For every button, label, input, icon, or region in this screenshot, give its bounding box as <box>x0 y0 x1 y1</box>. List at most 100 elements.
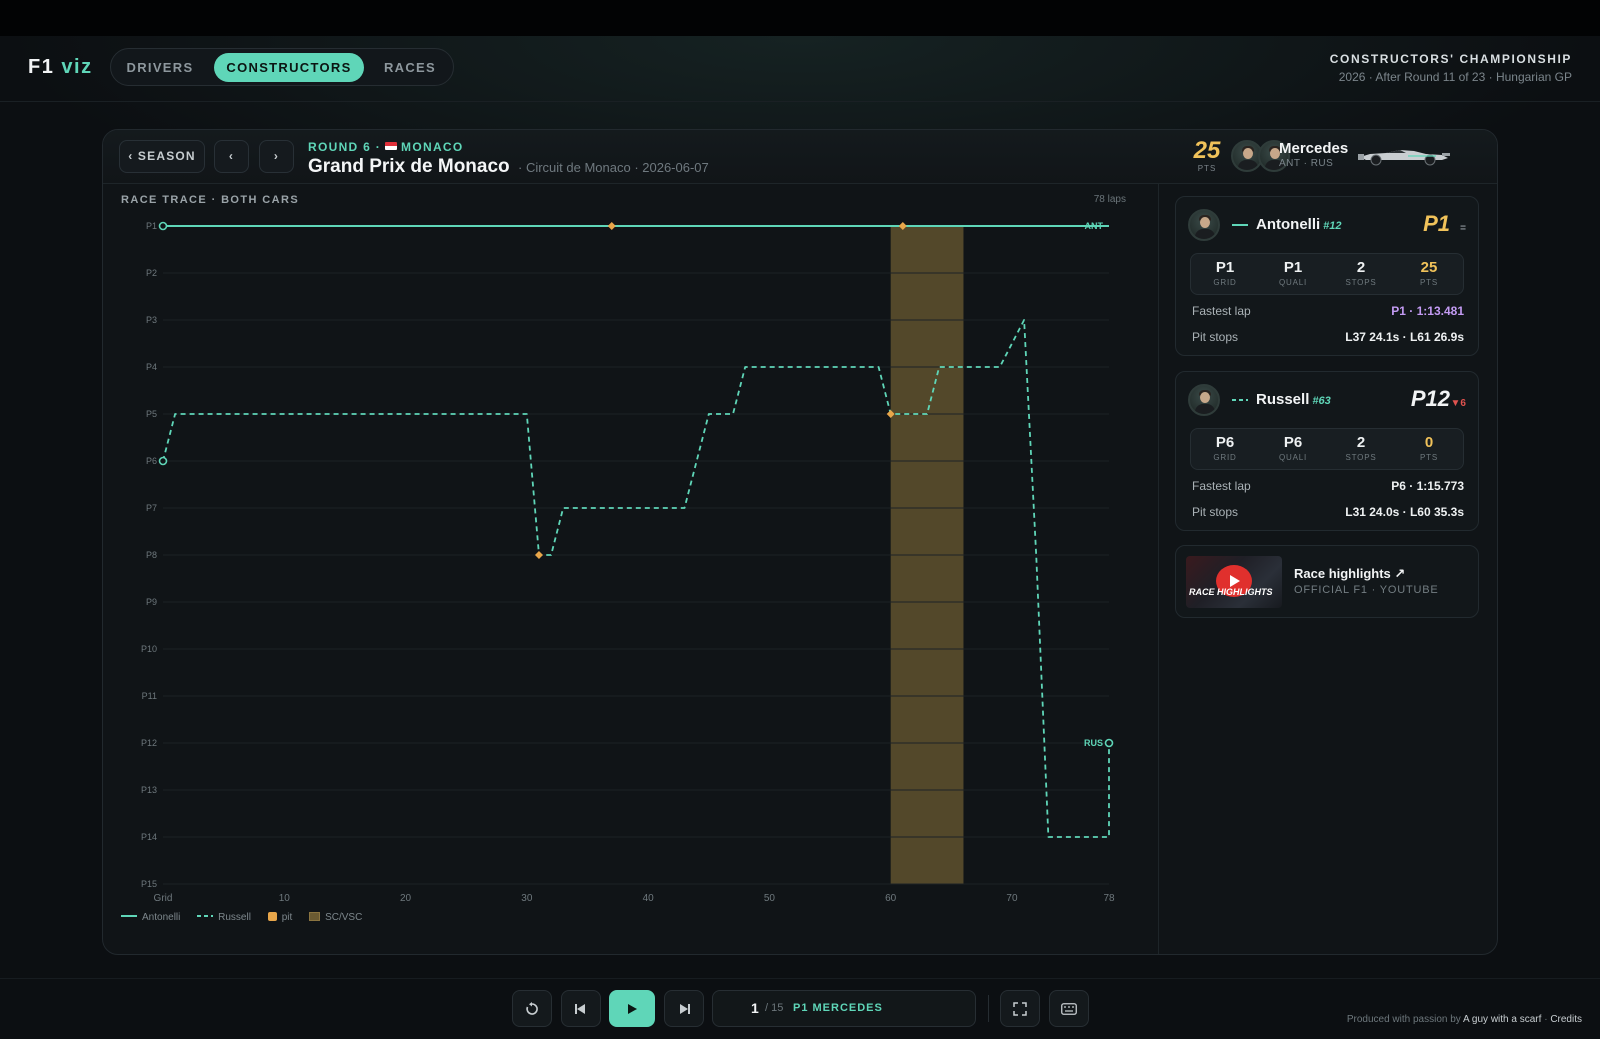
championship-subtitle: 2026 · After Round 11 of 23 · Hungarian … <box>1338 70 1572 84</box>
legend-antonelli: Antonelli <box>121 912 180 923</box>
next-race-button[interactable]: › <box>259 140 294 173</box>
frame-counter[interactable]: 1 / 15 P1 MERCEDES <box>712 990 976 1027</box>
keyboard-icon <box>1061 1002 1077 1015</box>
keyboard-shortcuts-button[interactable] <box>1049 990 1089 1027</box>
y-tick-label: P3 <box>146 315 157 325</box>
x-tick-label: Grid <box>154 893 173 904</box>
y-tick-label: P8 <box>146 550 157 560</box>
x-tick-label: 70 <box>1006 893 1018 904</box>
series-end-label: ANT <box>1085 221 1104 231</box>
finish-position: P12 <box>1410 386 1450 411</box>
x-tick-label: 60 <box>885 893 897 904</box>
stat-quali: P6 QUALI <box>1278 434 1307 462</box>
tab-constructors[interactable]: CONSTRUCTORS <box>214 53 364 82</box>
fastest-lap-row: Fastest lap P1 · 1:13.481 <box>1192 304 1464 318</box>
monaco-flag-icon <box>385 142 398 150</box>
app-logo[interactable]: F1 viz <box>28 56 93 79</box>
step-back-button[interactable] <box>561 990 601 1027</box>
tab-races[interactable]: RACES <box>375 53 445 82</box>
stat-points: 0 PTS <box>1420 434 1438 462</box>
step-forward-button[interactable] <box>664 990 704 1027</box>
x-tick-label: 30 <box>521 893 533 904</box>
step-back-icon <box>575 1003 585 1014</box>
highlights-thumbnail[interactable]: RACE HIGHLIGHTS <box>1186 556 1282 608</box>
end-marker <box>1104 738 1114 748</box>
y-tick-label: P1 <box>146 221 157 231</box>
y-tick-label: P12 <box>141 738 157 748</box>
window-top-bar <box>0 0 1600 36</box>
highlights-title: Race highlights ↗ <box>1294 566 1406 581</box>
step-forward-icon <box>680 1003 690 1014</box>
car-icon <box>1358 150 1450 166</box>
highlights-source: OFFICIAL F1 · YOUTUBE <box>1294 584 1439 596</box>
race-highlights-link[interactable]: RACE HIGHLIGHTS Race highlights ↗ OFFICI… <box>1175 545 1479 618</box>
team-name: Mercedes <box>1279 140 1349 157</box>
y-tick-label: P14 <box>141 832 157 842</box>
driver-avatar <box>1188 209 1220 241</box>
pit-marker <box>534 551 543 559</box>
play-button[interactable] <box>609 990 655 1027</box>
race-trace-chart: P1 P2 P3 P4 P5 P6 P7 P8 P9 P10 P11 P12 P13 P14 P15 Grid… <box>141 221 1115 904</box>
championship-title: CONSTRUCTORS' CHAMPIONSHIP <box>1329 52 1572 66</box>
championship-info: CONSTRUCTORS' CHAMPIONSHIP 2026 · After … <box>1330 52 1572 84</box>
pit-stops-row: Pit stops L37 24.1s · L61 26.9s <box>1192 330 1464 344</box>
team-points: 25 PTS <box>1193 137 1221 174</box>
driver-avatar <box>1188 384 1220 416</box>
dashed-line-icon <box>1232 399 1248 401</box>
driver-name: Antonelli #12 <box>1256 216 1342 233</box>
start-marker <box>158 221 168 231</box>
race-title: Grand Prix de Monaco <box>308 156 510 177</box>
fastest-lap-row: Fastest lap P6 · 1:15.773 <box>1192 479 1464 493</box>
race-header: ‹ SEASON ‹ › ROUND 6 · MONACO Grand Prix … <box>103 130 1497 184</box>
season-button[interactable]: ‹ SEASON <box>119 140 205 173</box>
prev-race-button[interactable]: ‹ <box>214 140 249 173</box>
fullscreen-icon <box>1013 1001 1027 1016</box>
main-nav-tabs: DRIVERS CONSTRUCTORS RACES <box>110 48 454 86</box>
solid-line-icon <box>1232 224 1248 226</box>
driver-name: Russell #63 <box>1256 391 1331 408</box>
stat-grid: P6 GRID <box>1213 434 1237 462</box>
finish-position: P1 <box>1423 211 1450 236</box>
restart-button[interactable] <box>512 990 552 1027</box>
controls-divider <box>988 995 989 1022</box>
race-panel: ‹ SEASON ‹ › ROUND 6 · MONACO Grand Prix … <box>102 129 1498 955</box>
position-delta: = <box>1460 223 1466 234</box>
credits-footer: Produced with passion by A guy with a sc… <box>1346 1014 1582 1025</box>
driver-card-antonelli[interactable]: Antonelli #12 P1 = P1 GRID P1 QUALI 2 STOPS … <box>1175 196 1479 356</box>
y-tick-label: P4 <box>146 362 157 372</box>
sidebar-divider <box>1158 184 1159 954</box>
thumbnail-text: RACE HIGHLIGHTS <box>1189 587 1273 597</box>
author-link[interactable]: A guy with a scarf <box>1463 1014 1541 1025</box>
tab-drivers[interactable]: DRIVERS <box>119 53 201 82</box>
stat-points: 25 PTS <box>1420 259 1438 287</box>
y-tick-label: P7 <box>146 503 157 513</box>
race-subtitle: · Circuit de Monaco · 2026-06-07 <box>518 160 709 175</box>
app-header: F1 viz DRIVERS CONSTRUCTORS RACES CONSTR… <box>0 36 1600 102</box>
driver-card-russell[interactable]: Russell #63 P12 ▼6 P6 GRID P6 QUALI 2 STOPS … <box>1175 371 1479 531</box>
y-tick-label: P15 <box>141 879 157 889</box>
x-tick-label: 78 <box>1103 893 1115 904</box>
series-line-russell <box>162 319 1110 838</box>
stat-stops: 2 STOPS <box>1345 259 1377 287</box>
y-tick-label: P9 <box>146 597 157 607</box>
team-driver-codes: ANT · RUS <box>1279 158 1334 169</box>
restart-icon <box>526 1001 538 1015</box>
play-icon <box>628 1003 637 1014</box>
x-tick-label: 20 <box>400 893 412 904</box>
y-tick-label: P6 <box>146 456 157 466</box>
x-tick-label: 10 <box>279 893 291 904</box>
fullscreen-button[interactable] <box>1000 990 1040 1027</box>
x-tick-label: 50 <box>764 893 776 904</box>
driver-stats: P1 GRID P1 QUALI 2 STOPS 25 PTS <box>1190 253 1464 295</box>
footer-divider <box>0 978 1600 979</box>
credits-link[interactable]: Credits <box>1550 1014 1582 1025</box>
legend-russell: Russell <box>197 912 251 923</box>
stat-grid: P1 GRID <box>1213 259 1237 287</box>
legend-sc: SC/VSC <box>309 912 362 923</box>
y-tick-label: P5 <box>146 409 157 419</box>
x-tick-label: 40 <box>643 893 655 904</box>
y-tick-label: P13 <box>141 785 157 795</box>
y-tick-label: P10 <box>141 644 157 654</box>
y-tick-label: P2 <box>146 268 157 278</box>
stat-stops: 2 STOPS <box>1345 434 1377 462</box>
